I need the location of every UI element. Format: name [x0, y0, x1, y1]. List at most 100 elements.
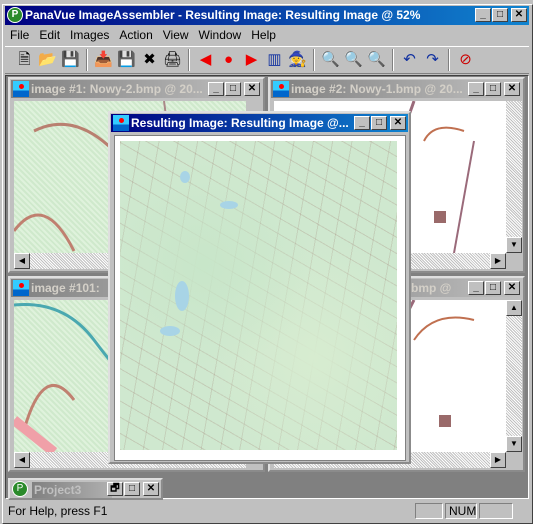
window-title: image #1: Nowy-2.bmp @ 20...: [31, 82, 203, 96]
window-title: image #2: Nowy-1.bmp @ 20...: [291, 82, 463, 96]
stop-assembly-button[interactable]: ⊘: [454, 49, 477, 71]
wizard-button[interactable]: 🧙: [286, 49, 309, 71]
status-pane-num: NUM: [445, 503, 477, 519]
new-button[interactable]: 🗎: [13, 49, 36, 71]
add-image-button[interactable]: 📥: [92, 49, 115, 71]
menu-view[interactable]: View: [158, 27, 194, 44]
minimize-button[interactable]: _: [475, 8, 491, 22]
close-button[interactable]: ✕: [143, 482, 159, 496]
resulting-image-window[interactable]: Resulting Image: Resulting Image @... _ □…: [108, 111, 411, 464]
scan-icon: 🖨: [162, 51, 183, 68]
maximize-button[interactable]: □: [485, 281, 501, 295]
zoom-fit-icon: 🔍: [367, 51, 386, 68]
close-button[interactable]: ✕: [244, 82, 260, 96]
toolbar-separator: [86, 49, 88, 71]
maximize-button[interactable]: □: [124, 482, 140, 496]
toolbar-separator: [448, 49, 450, 71]
image-icon: [113, 115, 129, 131]
menu-action[interactable]: Action: [114, 27, 157, 44]
menu-help[interactable]: Help: [246, 27, 281, 44]
menu-edit[interactable]: Edit: [34, 27, 65, 44]
minimize-button[interactable]: _: [208, 82, 224, 96]
save-image-button[interactable]: 💾: [115, 49, 138, 71]
minimize-button[interactable]: _: [468, 281, 484, 295]
new-icon: 🗎: [18, 51, 31, 68]
remove-image-button[interactable]: ✖: [138, 49, 161, 71]
image-icon: [273, 81, 289, 97]
minimize-button[interactable]: _: [354, 116, 370, 130]
window-title-bar[interactable]: Resulting Image: Resulting Image @... _ □…: [111, 114, 408, 132]
panavue-logo-icon: P: [7, 7, 23, 23]
vertical-scrollbar[interactable]: ▼: [506, 101, 522, 253]
image-icon: [13, 280, 29, 296]
resulting-image-canvas[interactable]: [114, 135, 406, 461]
menu-images[interactable]: Images: [65, 27, 114, 44]
minimize-button[interactable]: _: [468, 82, 484, 96]
zoom-fit-button[interactable]: 🔍: [365, 49, 388, 71]
menu-bar: File Edit Images Action View Window Help: [5, 27, 281, 44]
scroll-up-button[interactable]: ▲: [506, 300, 522, 316]
wizard-icon: 🧙: [288, 51, 307, 68]
previous-button[interactable]: ◀: [194, 49, 217, 71]
close-button[interactable]: ✕: [504, 82, 520, 96]
columns-icon: ▥: [267, 51, 282, 68]
restore-button[interactable]: 🗗: [107, 482, 123, 496]
record-icon: ●: [223, 51, 234, 68]
close-button[interactable]: ✕: [504, 281, 520, 295]
window-title: Project3: [32, 482, 112, 498]
save-icon: 💾: [61, 51, 80, 68]
maximize-button[interactable]: □: [485, 82, 501, 96]
scroll-left-button[interactable]: ◀: [14, 452, 30, 468]
window-title: image #101:: [31, 281, 100, 295]
save-button[interactable]: 💾: [59, 49, 82, 71]
scroll-down-button[interactable]: ▼: [506, 436, 522, 452]
status-bar: For Help, press F1 NUM: [5, 502, 529, 520]
toolbar: 🗎 📂 💾 📥 💾 ✖ 🖨 ◀ ● ▶ ▥ 🧙 🔍 🔍 🔍 ↶ ↷ ⊘: [5, 46, 529, 74]
menu-file[interactable]: File: [5, 27, 34, 44]
maximize-button[interactable]: □: [492, 8, 508, 22]
open-folder-button[interactable]: 📂: [36, 49, 59, 71]
record-button[interactable]: ●: [217, 49, 240, 71]
toolbar-separator: [313, 49, 315, 71]
next-button[interactable]: ▶: [240, 49, 263, 71]
status-help-text: For Help, press F1: [8, 504, 108, 518]
redo-icon: ↷: [426, 51, 439, 68]
project-window-minimized[interactable]: P Project3 🗗 □ ✕: [8, 478, 163, 500]
panavue-logo-icon: P: [12, 481, 28, 497]
next-icon: ▶: [245, 51, 258, 68]
menu-window[interactable]: Window: [194, 27, 247, 44]
zoom-in-button[interactable]: 🔍: [319, 49, 342, 71]
app-title-bar[interactable]: P PanaVue ImageAssembler - Resulting Ima…: [5, 6, 529, 25]
maximize-button[interactable]: □: [225, 82, 241, 96]
undo-icon: ↶: [403, 51, 416, 68]
scroll-down-button[interactable]: ▼: [506, 237, 522, 253]
window-title-bar[interactable]: image #1: Nowy-2.bmp @ 20... _ □ ✕: [11, 80, 262, 98]
previous-icon: ◀: [199, 51, 212, 68]
app-title: PanaVue ImageAssembler - Resulting Image…: [25, 8, 421, 22]
scan-button[interactable]: 🖨: [161, 49, 184, 71]
redo-button[interactable]: ↷: [421, 49, 444, 71]
save-image-icon: 💾: [117, 51, 136, 68]
add-image-icon: 📥: [94, 51, 113, 68]
columns-button[interactable]: ▥: [263, 49, 286, 71]
vertical-scrollbar[interactable]: ▲ ▼: [506, 300, 522, 452]
status-pane-caps: [415, 503, 443, 519]
undo-button[interactable]: ↶: [398, 49, 421, 71]
maximize-button[interactable]: □: [371, 116, 387, 130]
zoom-in-icon: 🔍: [321, 51, 340, 68]
window-title-bar[interactable]: image #2: Nowy-1.bmp @ 20... _ □ ✕: [271, 80, 522, 98]
close-button[interactable]: ✕: [511, 8, 527, 22]
open-folder-icon: 📂: [38, 51, 57, 68]
zoom-out-button[interactable]: 🔍: [342, 49, 365, 71]
topographic-map: [120, 141, 397, 450]
scroll-left-button[interactable]: ◀: [14, 253, 30, 269]
image-icon: [13, 81, 29, 97]
remove-image-icon: ✖: [143, 51, 156, 68]
status-pane-scroll: [479, 503, 513, 519]
toolbar-separator: [188, 49, 190, 71]
toolbar-separator: [392, 49, 394, 71]
close-button[interactable]: ✕: [390, 116, 406, 130]
stop-assembly-icon: ⊘: [459, 51, 472, 68]
scroll-right-button[interactable]: ▶: [490, 253, 506, 269]
scroll-right-button[interactable]: ▶: [490, 452, 506, 468]
